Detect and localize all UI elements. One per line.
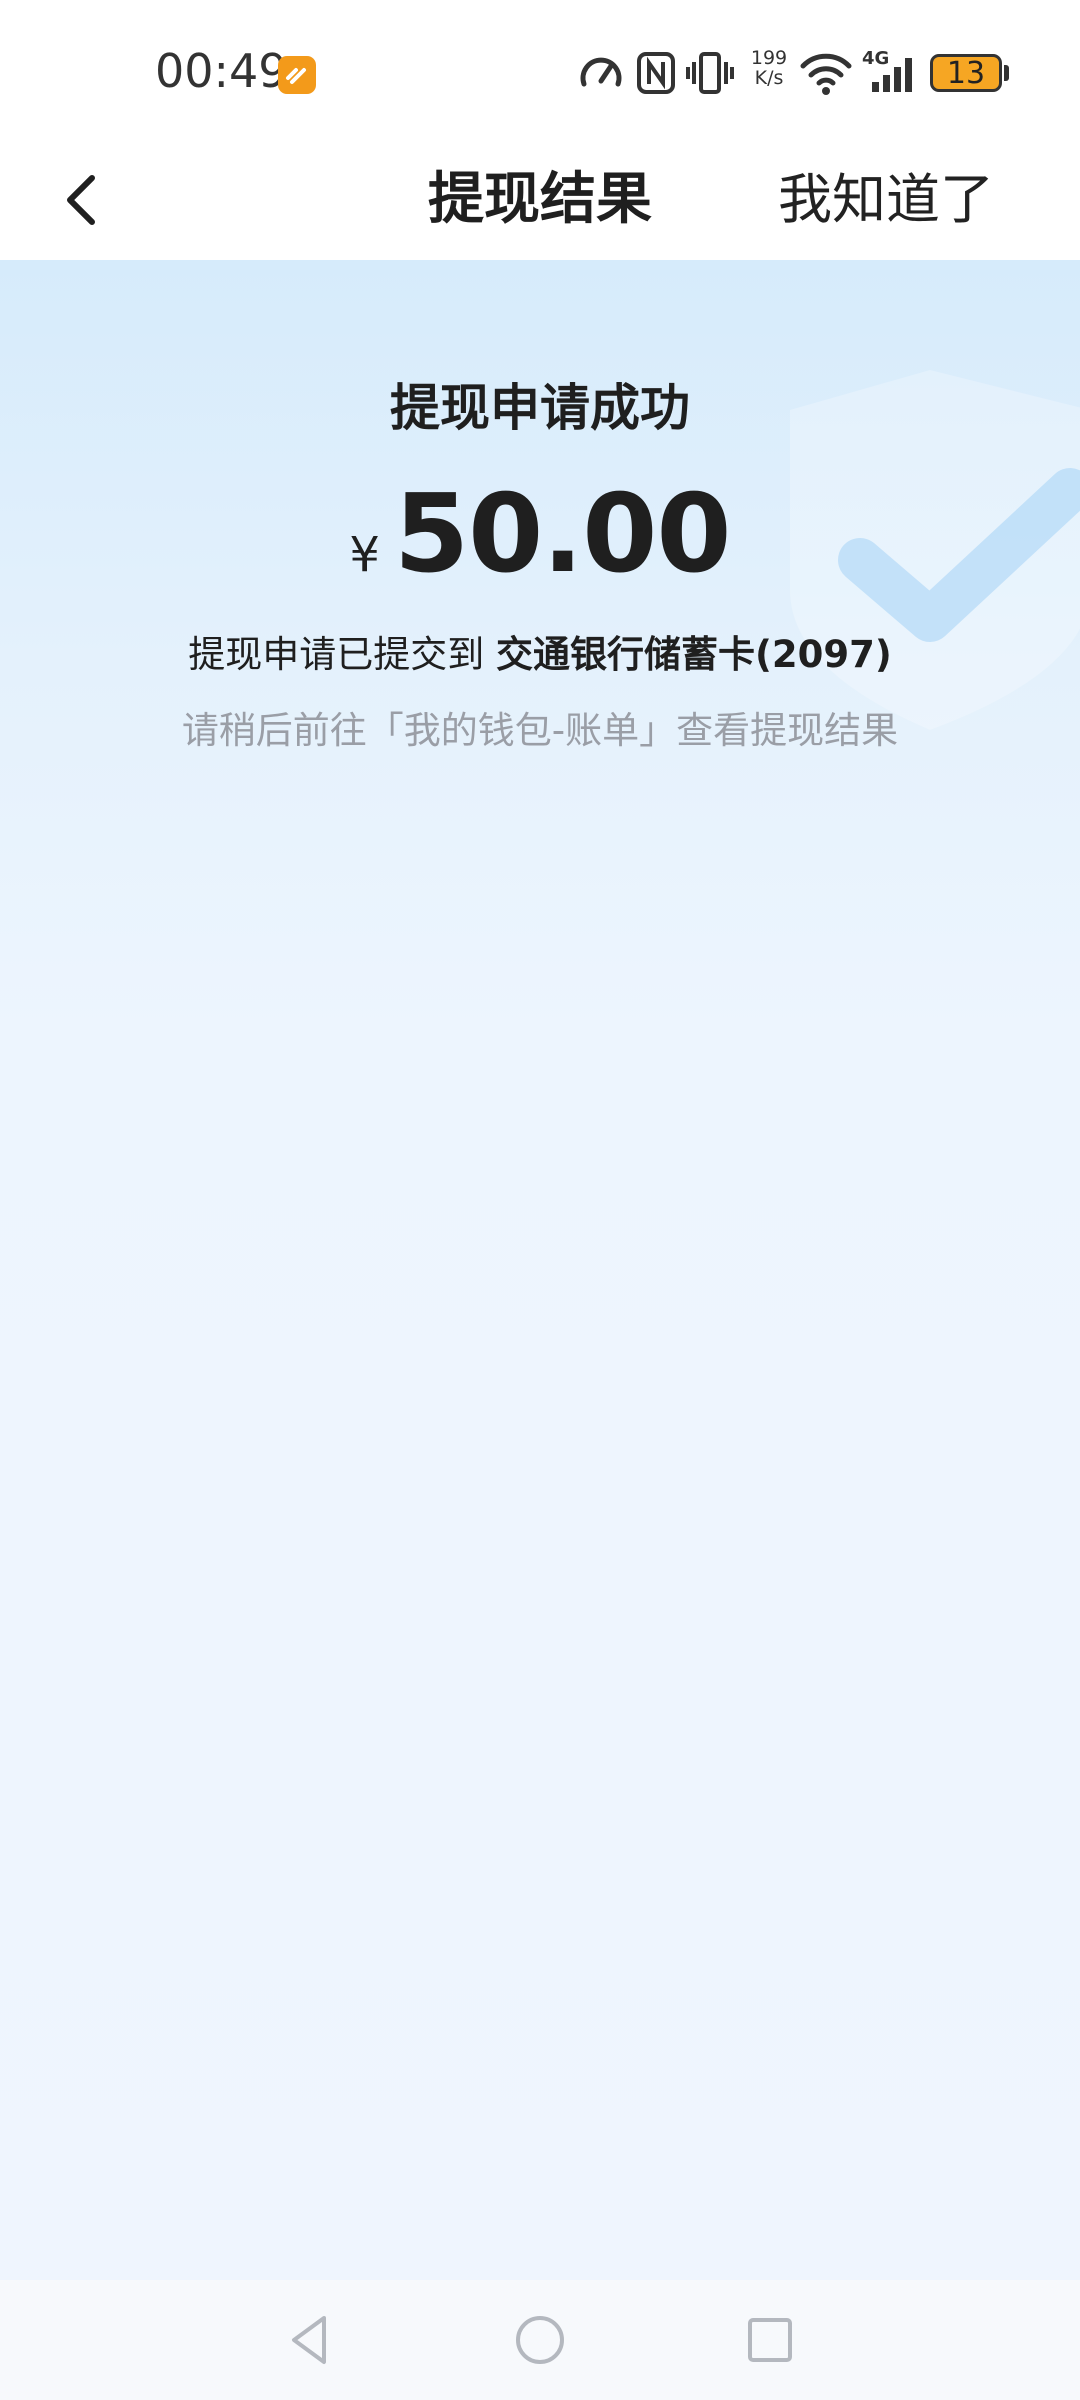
battery-cap bbox=[1004, 65, 1009, 81]
status-icons: 199 K/s 4G 13 bbox=[578, 48, 1009, 98]
page-title: 提现结果 bbox=[428, 167, 652, 232]
withdraw-amount: 50.00 bbox=[393, 472, 732, 597]
nav-bar: 提现结果 我知道了 bbox=[0, 140, 1080, 260]
home-circle-icon[interactable] bbox=[510, 2310, 570, 2370]
system-nav-bar bbox=[0, 2280, 1080, 2400]
status-time: 00:49 bbox=[155, 44, 288, 98]
submit-prefix: 提现申请已提交到 bbox=[188, 633, 485, 676]
withdraw-result-screen: 00:49 199 K/s 4G 13 提现结果 我知道了 提现申请成功 ¥ 5… bbox=[0, 0, 1080, 2400]
nfc-icon bbox=[637, 52, 675, 94]
battery-level: 13 bbox=[946, 56, 986, 91]
got-it-button[interactable]: 我知道了 bbox=[778, 160, 994, 240]
recents-square-icon[interactable] bbox=[740, 2310, 800, 2370]
currency-symbol: ¥ bbox=[349, 527, 380, 583]
vibrate-icon bbox=[686, 52, 734, 94]
chevron-left-icon bbox=[67, 175, 95, 225]
speedometer-icon bbox=[580, 57, 622, 87]
net-speed-unit: K/s bbox=[754, 67, 784, 89]
app-notification-icon bbox=[278, 56, 316, 94]
battery-icon: 13 bbox=[930, 54, 1002, 92]
net-speed: 199 K/s bbox=[744, 48, 794, 98]
result-title: 提现申请成功 bbox=[390, 379, 690, 437]
wifi-icon bbox=[800, 53, 852, 95]
result-hint: 请稍后前往「我的钱包-账单」查看提现结果 bbox=[181, 709, 899, 752]
net-speed-value: 199 bbox=[750, 47, 788, 69]
submit-info: 提现申请已提交到 交通银行储蓄卡(2097) bbox=[0, 624, 1080, 678]
back-triangle-icon[interactable] bbox=[280, 2310, 340, 2370]
status-bar: 00:49 199 K/s 4G 13 bbox=[0, 0, 1080, 140]
bank-card: 交通银行储蓄卡(2097) bbox=[495, 633, 892, 676]
amount-row: ¥50.00 bbox=[0, 472, 1080, 597]
signal-icon bbox=[872, 58, 912, 92]
back-button[interactable] bbox=[48, 162, 124, 238]
result-content: 提现申请成功 ¥50.00 提现申请已提交到 交通银行储蓄卡(2097) 请稍后… bbox=[0, 260, 1080, 2280]
